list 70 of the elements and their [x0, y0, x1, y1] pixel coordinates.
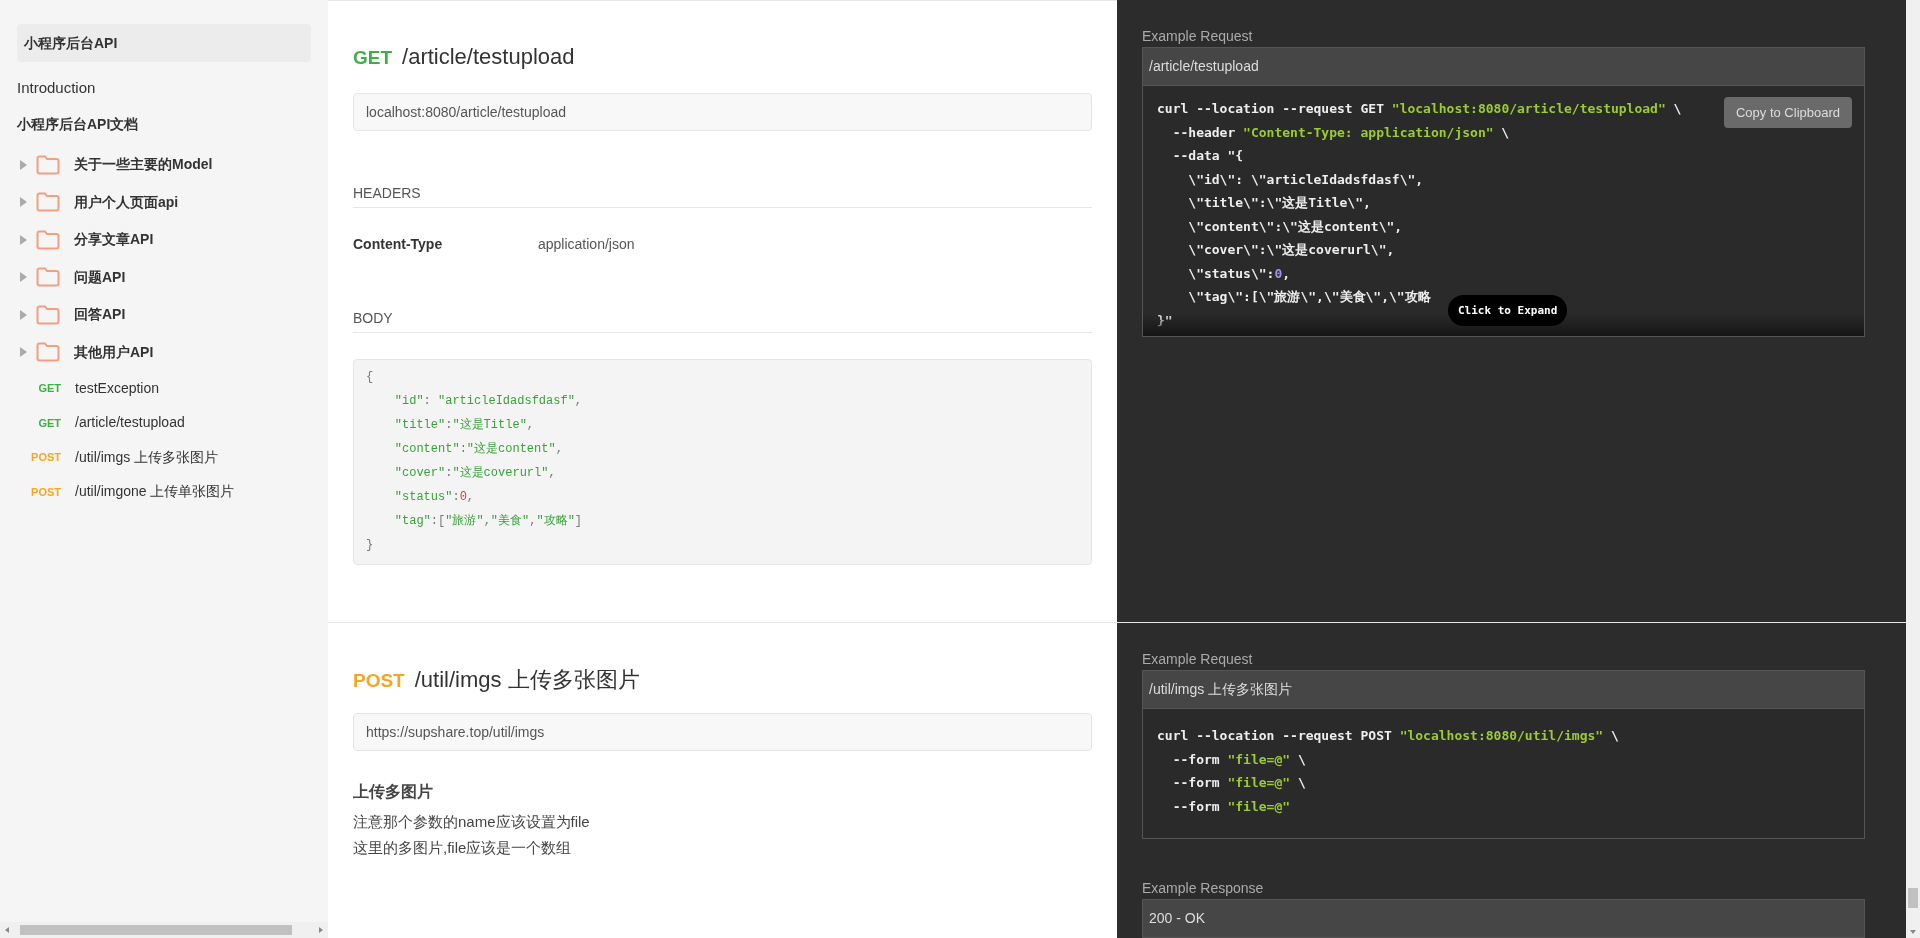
request-item[interactable]: POST /util/imgone 上传单张图片 [17, 474, 311, 509]
example-label: Example Response [1142, 879, 1265, 897]
method-label: GET [37, 415, 61, 431]
code-line: }" [1157, 311, 1173, 330]
folder-icon [36, 267, 60, 288]
description-text: 注意那个参数的name应该设置为file [353, 812, 590, 832]
expand-button[interactable]: Click to Expand [1448, 295, 1568, 326]
code-line: \"id\": \"articleIdadsfdasf\", [1187, 170, 1424, 189]
description-title: 上传多图片 [353, 782, 434, 802]
code-line: \"title\":\"这是Title\", [1187, 194, 1371, 212]
folder-icon [36, 342, 60, 363]
scrollbar-thumb[interactable] [20, 925, 292, 935]
copy-button[interactable]: Copy to Clipboard [1723, 97, 1852, 128]
method-label: GET [37, 381, 61, 396]
folder-icon [36, 229, 60, 250]
folder-item[interactable]: 问题API [17, 258, 311, 296]
horizontal-scrollbar[interactable] [0, 922, 328, 938]
code-line: "id": "articleIdadsfdasf", [393, 393, 583, 410]
example-title: /util/imgs 上传多张图片 [1142, 670, 1865, 709]
request-item[interactable]: GET /article/testupload [17, 405, 311, 440]
collection-title[interactable]: 小程序后台API [17, 24, 311, 62]
folder-icon [36, 192, 60, 213]
example-label: Example Request [1142, 650, 1254, 668]
method-label: POST [30, 484, 61, 500]
code-line: "content":"这是content", [393, 441, 563, 458]
code-line: } [366, 537, 374, 554]
folder-item[interactable]: 用户个人页面api [17, 183, 311, 221]
folder-item[interactable]: 其他用户API [17, 333, 311, 371]
section-label: BODY [353, 308, 1092, 333]
folder-item[interactable]: 回答API [17, 296, 311, 334]
folder-icon [36, 154, 60, 175]
url-field: localhost:8080/article/testupload [353, 93, 1092, 131]
code-line: --form "file=@" \ [1171, 774, 1306, 792]
code-line: --data "{ [1171, 147, 1244, 165]
code-line: "cover":"这是coverurl", [393, 465, 556, 482]
method-label: POST [353, 669, 405, 693]
introduction-link[interactable]: Introduction [17, 78, 311, 98]
request-item[interactable]: POST /util/imgs 上传多张图片 [17, 440, 311, 475]
folder-item[interactable]: 关于一些主要的Model [17, 146, 311, 184]
code-line: \"content\":\"这是content\", [1187, 217, 1403, 236]
method-label: GET [353, 46, 393, 70]
code-line: \"cover\":\"这是coverurl\", [1187, 241, 1395, 259]
endpoint-title: /util/imgs 上传多张图片 [414, 666, 640, 694]
example-label: Example Request [1142, 27, 1254, 45]
code-line: "tag":["旅游","美食","攻略"] [393, 513, 583, 530]
scrollbar-thumb[interactable] [1908, 888, 1918, 908]
example-title: 200 - OK [1142, 899, 1865, 938]
vertical-scrollbar[interactable] [1906, 0, 1920, 938]
code-line: curl --location --request GET "localhost:8080/article/testupload" \ [1157, 100, 1682, 118]
code-line: "title":"这是Title", [393, 417, 535, 434]
section-label: HEADERS [353, 183, 1092, 208]
method-label: POST [30, 450, 61, 465]
folder-item[interactable]: 分享文章API [17, 221, 311, 259]
request-item[interactable]: GET testException [17, 371, 311, 406]
url-field: https://supshare.top/util/imgs [353, 713, 1092, 751]
header-value: application/json [538, 235, 635, 254]
header-key: Content-Type [353, 234, 538, 254]
code-line: { [366, 369, 374, 386]
collection-heading[interactable]: 小程序后台API文档 [17, 114, 311, 134]
code-line: --form "file=@" \ [1171, 750, 1306, 769]
description-text: 这里的多图片,file应该是一个数组 [353, 838, 572, 858]
folder-icon [36, 304, 60, 325]
endpoint-title: /article/testupload [402, 43, 575, 71]
example-title: /article/testupload [1142, 47, 1865, 86]
code-line: \"status\":0, [1187, 264, 1291, 283]
code-line: --form "file=@" [1171, 797, 1291, 816]
code-line: --header "Content-Type: application/json" \ [1171, 123, 1510, 142]
code-line: "status":0, [393, 489, 475, 506]
code-line: curl --location --request POST "localhost:8080/util/imgs" \ [1157, 727, 1619, 745]
code-line: \"tag\":[\"旅游\",\"美食\",\"攻略 [1187, 288, 1431, 306]
